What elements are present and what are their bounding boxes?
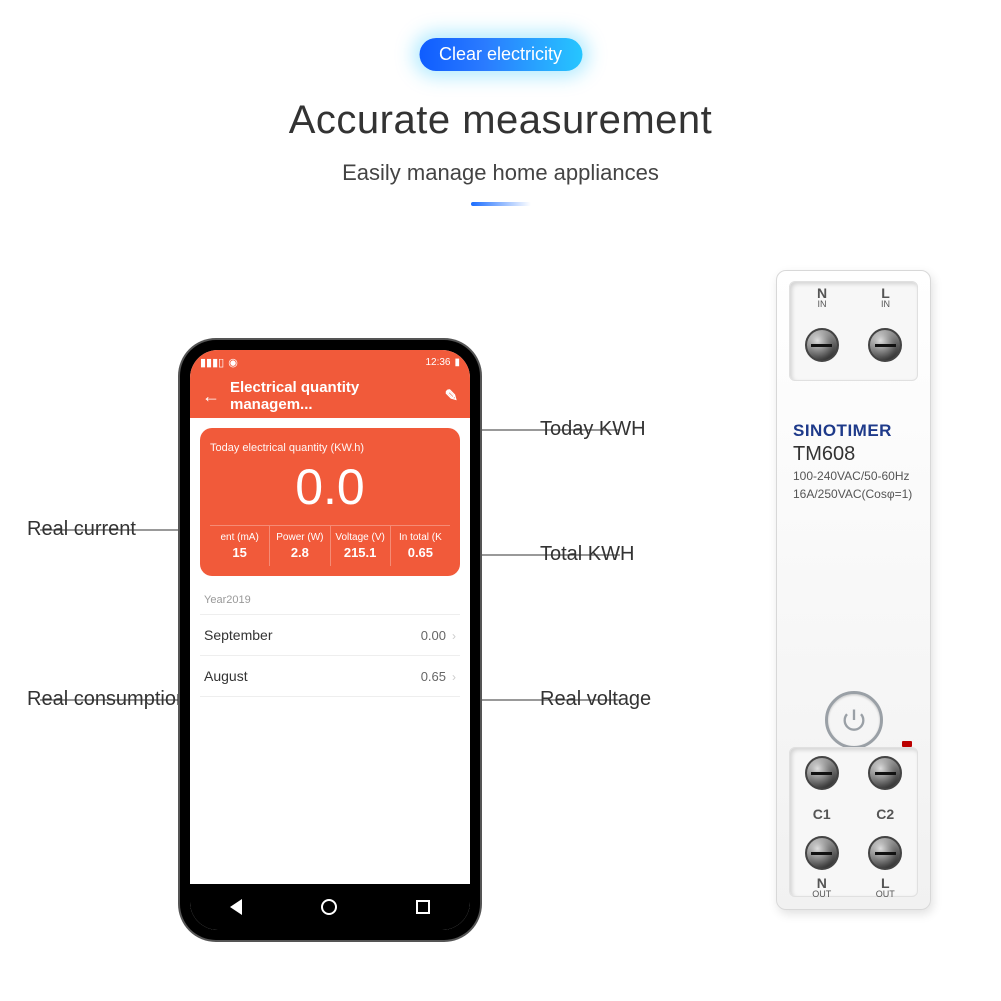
today-card: Today electrical quantity (KW.h) 0.0 ent…	[200, 428, 460, 576]
device-spec-1: 100-240VAC/50-60Hz	[793, 468, 914, 484]
back-icon[interactable]: ←	[202, 386, 220, 407]
terminal-l-in: LIN	[881, 286, 890, 309]
row-value: 0.00	[421, 628, 446, 643]
stat-power-value: 2.8	[272, 545, 327, 560]
screw-icon	[868, 328, 902, 362]
phone-screen: ▮▮▮▯ ◉ 12:36 ▮ ← Electrical quantity man…	[190, 350, 470, 930]
stat-total: In total (K 0.65	[391, 525, 450, 566]
chevron-right-icon: ›	[452, 670, 456, 684]
stat-voltage: Voltage (V) 215.1	[331, 525, 391, 566]
page-subtitle: Easily manage home appliances	[342, 160, 659, 186]
today-card-value: 0.0	[210, 460, 450, 515]
device-spec-2: 16A/250VAC(Cosφ=1)	[793, 486, 914, 502]
edit-icon[interactable]: ✎	[445, 386, 458, 406]
nav-recent-icon[interactable]	[416, 900, 430, 914]
chevron-right-icon: ›	[452, 629, 456, 643]
stats-row: ent (mA) 15 Power (W) 2.8 Voltage (V) 21…	[210, 525, 450, 566]
terminal-n-out: NOUT	[812, 876, 831, 899]
battery-icon: ▮	[454, 357, 460, 368]
label-total-kwh: Total KWH	[540, 543, 634, 566]
screw-icon	[868, 836, 902, 870]
signal-icon: ▮▮▮▯	[200, 356, 224, 369]
status-time: 12:36	[425, 357, 450, 368]
device-label-area: SINOTIMER TM608 100-240VAC/50-60Hz 16A/2…	[793, 421, 914, 502]
terminal-c1: C1	[813, 806, 831, 822]
nav-back-icon[interactable]	[230, 899, 242, 915]
power-button[interactable]	[825, 691, 883, 749]
stat-voltage-label: Voltage (V)	[335, 532, 384, 543]
history-header: Year2019	[200, 586, 460, 615]
row-label: September	[204, 627, 272, 643]
terminal-l-out: LOUT	[876, 876, 895, 899]
phone-mockup: ▮▮▮▯ ◉ 12:36 ▮ ← Electrical quantity man…	[180, 340, 480, 940]
terminal-n-in: NIN	[817, 286, 827, 309]
app-bar: ← Electrical quantity managem... ✎	[190, 374, 470, 418]
wifi-icon: ◉	[228, 356, 238, 369]
screw-icon	[805, 836, 839, 870]
today-card-label: Today electrical quantity (KW.h)	[210, 442, 450, 454]
stat-total-label: In total (K	[399, 532, 442, 543]
label-real-consumption: Real consumption	[27, 688, 187, 711]
list-row-august[interactable]: August 0.65 ›	[200, 656, 460, 697]
power-icon	[840, 706, 868, 734]
subtitle-underline	[471, 202, 531, 206]
label-today-kwh: Today KWH	[540, 418, 646, 441]
terminal-c2: C2	[876, 806, 894, 822]
stat-power-label: Power (W)	[276, 532, 323, 543]
device-module: NIN LIN SINOTIMER TM608 100-240VAC/50-60…	[776, 270, 931, 910]
screw-icon	[805, 756, 839, 790]
screw-icon	[805, 328, 839, 362]
page-title: Accurate measurement	[289, 98, 713, 143]
device-model: TM608	[793, 443, 914, 466]
stat-current: ent (mA) 15	[210, 525, 270, 566]
history-list: Year2019 September 0.00 › August 0.65 ›	[200, 586, 460, 697]
terminal-top: NIN LIN	[789, 281, 918, 381]
label-real-current: Real current	[27, 518, 136, 541]
terminal-bottom: C1 C2 NOUT LOUT	[789, 747, 918, 897]
nav-home-icon[interactable]	[321, 899, 337, 915]
stat-current-label: ent (mA)	[220, 532, 258, 543]
label-real-voltage: Real voltage	[540, 688, 651, 711]
stat-power: Power (W) 2.8	[270, 525, 330, 566]
row-label: August	[204, 668, 248, 684]
stat-voltage-value: 215.1	[333, 545, 388, 560]
app-title: Electrical quantity managem...	[230, 379, 425, 413]
row-value: 0.65	[421, 669, 446, 684]
list-row-september[interactable]: September 0.00 ›	[200, 615, 460, 656]
screw-icon	[868, 756, 902, 790]
stat-current-value: 15	[212, 545, 267, 560]
stat-total-value: 0.65	[393, 545, 448, 560]
feature-pill: Clear electricity	[419, 38, 582, 71]
device-brand: SINOTIMER	[793, 421, 914, 441]
status-bar: ▮▮▮▯ ◉ 12:36 ▮	[190, 350, 470, 374]
android-navbar	[190, 884, 470, 930]
